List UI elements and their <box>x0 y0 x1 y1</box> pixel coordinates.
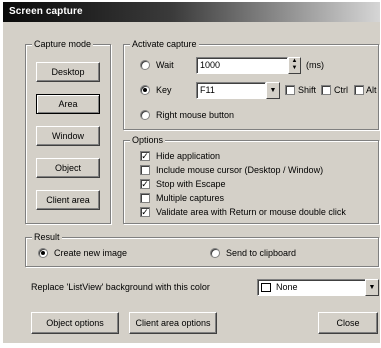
wait-radio[interactable] <box>140 60 150 70</box>
result-legend: Result <box>32 231 62 243</box>
capture-mode-legend: Capture mode <box>32 38 94 50</box>
hide-application-checkbox[interactable]: ✓ <box>140 151 150 161</box>
send-to-clipboard-radio[interactable] <box>210 248 220 258</box>
client-area-button[interactable]: Client area <box>36 190 100 210</box>
window-title: Screen capture <box>9 6 83 17</box>
stop-with-escape-checkbox[interactable]: ✓ <box>140 179 150 189</box>
screen-capture-window: Screen capture Capture mode Desktop Area… <box>3 2 380 343</box>
shift-label: Shift <box>298 85 317 95</box>
shift-checkbox[interactable] <box>285 85 295 95</box>
activate-capture-legend: Activate capture <box>130 38 199 50</box>
area-button[interactable]: Area <box>36 94 100 114</box>
color-swatch-icon <box>261 283 271 292</box>
options-group: Options ✓ Hide application Include mouse… <box>123 134 379 224</box>
listview-color-dropdown[interactable]: None <box>257 279 369 296</box>
wait-spinner[interactable]: ▲ ▼ <box>288 57 301 74</box>
capture-mode-group: Capture mode Desktop Area Window Object … <box>25 38 111 224</box>
send-to-clipboard-label: Send to clipboard <box>226 248 297 258</box>
multiple-captures-label: Multiple captures <box>156 193 225 203</box>
wait-unit: (ms) <box>306 60 324 70</box>
include-mouse-cursor-label: Include mouse cursor (Desktop / Window) <box>156 165 324 175</box>
object-options-button[interactable]: Object options <box>31 312 119 334</box>
window-button[interactable]: Window <box>36 126 100 146</box>
key-radio[interactable] <box>140 85 150 95</box>
create-new-image-label: Create new image <box>54 248 128 258</box>
spin-up-icon[interactable]: ▲ <box>289 58 300 65</box>
spin-down-icon[interactable]: ▼ <box>289 65 300 72</box>
right-mouse-radio[interactable] <box>140 110 150 120</box>
alt-label: Alt <box>366 85 377 95</box>
desktop-button[interactable]: Desktop <box>36 62 100 82</box>
key-label: Key <box>156 85 172 95</box>
validate-area-label: Validate area with Return or mouse doubl… <box>156 207 346 217</box>
title-bar[interactable]: Screen capture <box>3 2 380 22</box>
stop-with-escape-label: Stop with Escape <box>156 179 226 189</box>
key-dropdown-arrow-icon[interactable]: ▼ <box>266 82 280 99</box>
close-button[interactable]: Close <box>318 312 378 334</box>
ctrl-label: Ctrl <box>334 85 348 95</box>
wait-label: Wait <box>156 60 174 70</box>
validate-area-checkbox[interactable]: ✓ <box>140 207 150 217</box>
key-dropdown[interactable]: F11 <box>196 82 266 99</box>
object-button[interactable]: Object <box>36 158 100 178</box>
activate-capture-group: Activate capture Wait 1000 ▲ ▼ (ms) Key … <box>123 38 379 130</box>
hide-application-label: Hide application <box>156 151 221 161</box>
ctrl-checkbox[interactable] <box>321 85 331 95</box>
create-new-image-radio[interactable] <box>38 248 48 258</box>
options-legend: Options <box>130 134 166 146</box>
listview-dropdown-arrow-icon[interactable]: ▼ <box>365 279 379 296</box>
right-mouse-label: Right mouse button <box>156 110 235 120</box>
include-mouse-cursor-checkbox[interactable] <box>140 165 150 175</box>
alt-checkbox[interactable] <box>354 85 364 95</box>
listview-color-value: None <box>276 282 298 292</box>
client-area-options-button[interactable]: Client area options <box>129 312 217 334</box>
key-dropdown-value: F11 <box>200 85 215 95</box>
wait-input[interactable]: 1000 <box>196 57 288 74</box>
listview-color-label: Replace 'ListView' background with this … <box>31 282 210 292</box>
multiple-captures-checkbox[interactable] <box>140 193 150 203</box>
result-group: Result Create new image Send to clipboar… <box>25 231 379 267</box>
